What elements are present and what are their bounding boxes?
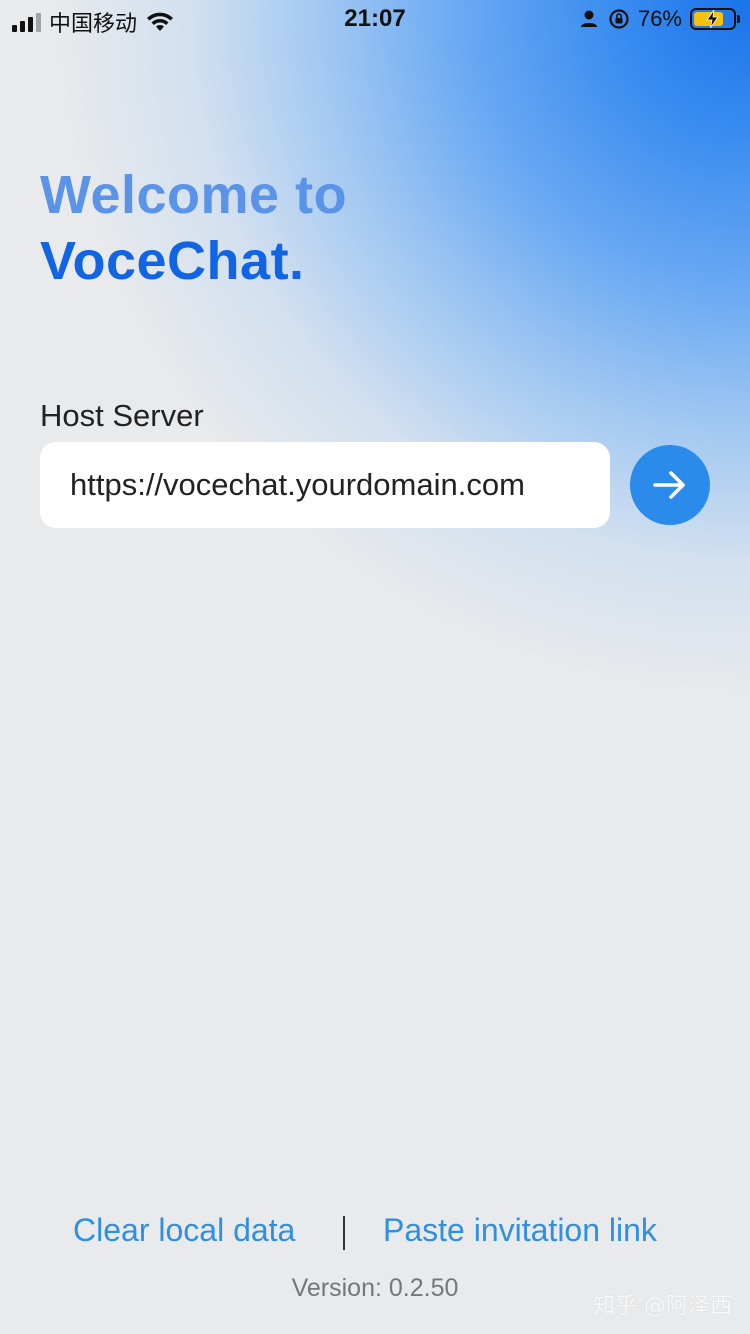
app-name-title: VoceChat.: [40, 231, 305, 291]
person-icon: [580, 10, 597, 27]
login-screen: 中国移动 21:07 76% Welcome to VoceChat. Host…: [0, 0, 750, 1334]
charging-bolt-icon: [706, 10, 719, 28]
arrow-right-icon: [653, 471, 685, 499]
battery-percent: 76%: [637, 6, 682, 31]
battery-tip: [737, 15, 740, 23]
host-server-label: Host Server: [40, 398, 204, 433]
watermark: 知乎 @阿泽西: [593, 1294, 732, 1319]
clear-local-data-link[interactable]: Clear local data: [73, 1212, 295, 1249]
status-bar: 中国移动 21:07 76%: [0, 0, 750, 40]
battery-icon: [690, 8, 740, 30]
rotation-lock-icon: [609, 9, 629, 29]
paste-invitation-link[interactable]: Paste invitation link: [383, 1212, 657, 1249]
welcome-title: Welcome to VoceChat.: [40, 162, 347, 294]
footer-divider: [343, 1216, 345, 1250]
welcome-line-1: Welcome to: [40, 165, 348, 225]
status-right: 76%: [578, 6, 740, 32]
host-server-input[interactable]: [40, 442, 610, 528]
connect-button[interactable]: [630, 445, 710, 525]
